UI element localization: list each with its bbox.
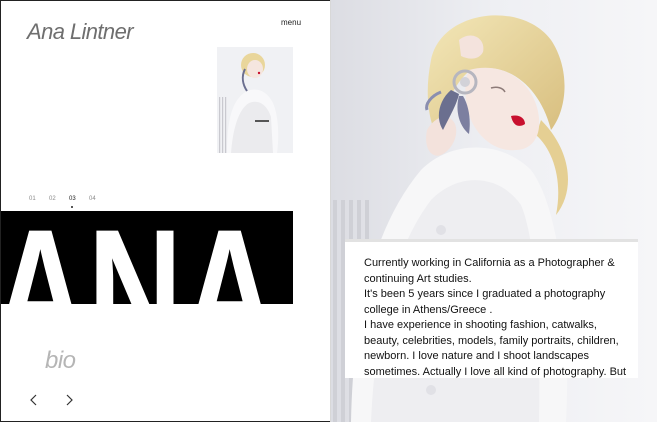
slide-link-01[interactable]: 01 bbox=[29, 196, 36, 202]
bio-card-border bbox=[345, 239, 638, 242]
chevron-right-icon[interactable] bbox=[63, 393, 75, 407]
hero-word: ANA bbox=[1, 211, 277, 304]
bio-text: Currently working in California as a Pho… bbox=[364, 257, 627, 378]
active-slide-indicator bbox=[71, 206, 73, 208]
menu-button[interactable]: menu bbox=[281, 18, 301, 27]
left-panel: Ana Lintner menu 01 02 03 04 ANA bio bbox=[0, 0, 330, 422]
portrait-thumbnail[interactable] bbox=[217, 47, 293, 153]
slide-link-02[interactable]: 02 bbox=[49, 196, 56, 202]
bio-card: Currently working in California as a Pho… bbox=[345, 239, 638, 378]
chevron-left-icon[interactable] bbox=[28, 393, 40, 407]
site-title[interactable]: Ana Lintner bbox=[27, 19, 134, 45]
hero-name-band: ANA bbox=[1, 211, 293, 304]
slide-link-04[interactable]: 04 bbox=[89, 196, 96, 202]
bio-link[interactable]: bio bbox=[45, 347, 76, 375]
slide-link-03[interactable]: 03 bbox=[69, 196, 76, 202]
hero-name: ANA bbox=[1, 211, 293, 304]
